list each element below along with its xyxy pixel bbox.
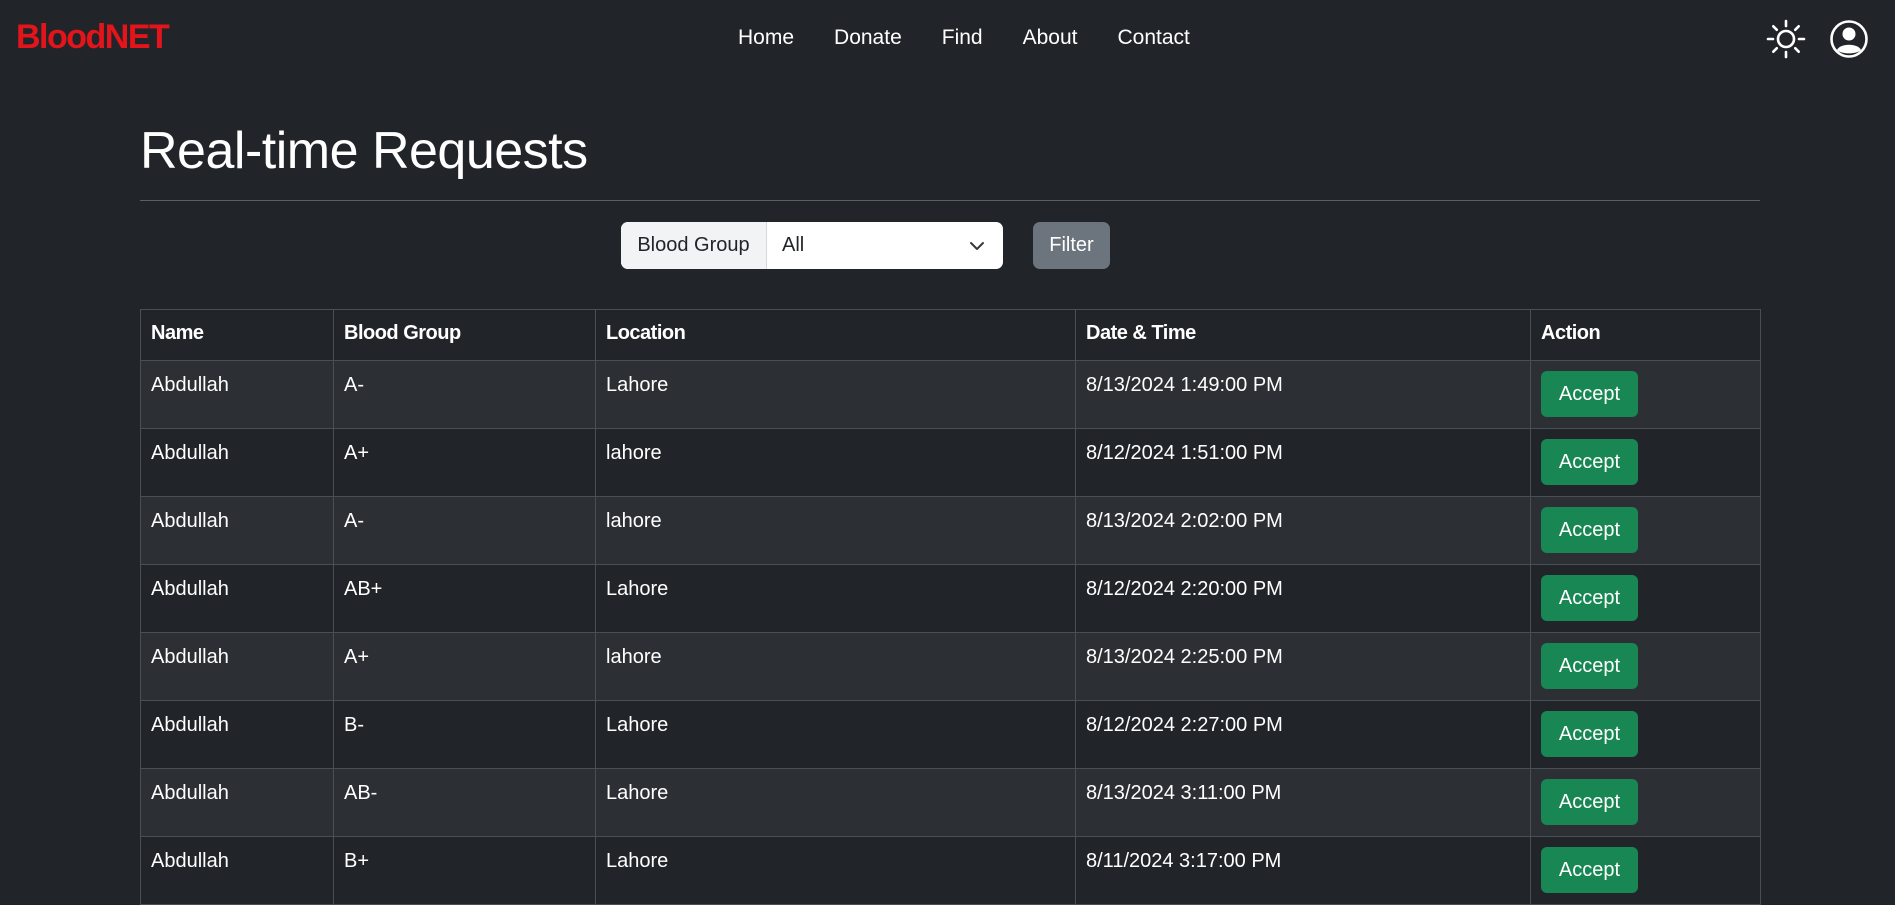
table-header-row: Name Blood Group Location Date & Time Ac… bbox=[140, 309, 1761, 361]
cell-location: Lahore bbox=[595, 564, 1076, 633]
sun-icon[interactable] bbox=[1766, 19, 1806, 59]
cell-action: Accept bbox=[1530, 700, 1761, 769]
cell-date-time: 8/12/2024 1:51:00 PM bbox=[1075, 428, 1531, 497]
cell-date-time: 8/13/2024 2:25:00 PM bbox=[1075, 632, 1531, 701]
cell-date-time: 8/13/2024 1:49:00 PM bbox=[1075, 360, 1531, 429]
nav-link-home[interactable]: Home bbox=[718, 22, 814, 54]
chevron-down-icon bbox=[970, 242, 984, 250]
cell-action: Accept bbox=[1530, 496, 1761, 565]
cell-date-time: 8/13/2024 2:02:00 PM bbox=[1075, 496, 1531, 565]
user-circle-icon[interactable] bbox=[1829, 19, 1869, 59]
cell-blood-group: A- bbox=[333, 496, 596, 565]
column-header-date-time: Date & Time bbox=[1075, 309, 1531, 361]
table-row: Abdullah A+ lahore 8/12/2024 1:51:00 PM … bbox=[140, 428, 1761, 497]
blood-group-select-value: All bbox=[782, 234, 805, 256]
navbar: BloodNET Home Donate Find About Contact bbox=[0, 0, 1895, 76]
table-row: Abdullah A- Lahore 8/13/2024 1:49:00 PM … bbox=[140, 360, 1761, 429]
requests-table: Name Blood Group Location Date & Time Ac… bbox=[140, 309, 1761, 905]
cell-name: Abdullah bbox=[140, 632, 334, 701]
accept-button[interactable]: Accept bbox=[1541, 779, 1638, 825]
accept-button[interactable]: Accept bbox=[1541, 575, 1638, 621]
cell-name: Abdullah bbox=[140, 768, 334, 837]
accept-button[interactable]: Accept bbox=[1541, 711, 1638, 757]
cell-location: Lahore bbox=[595, 360, 1076, 429]
requests-table-wrapper: Name Blood Group Location Date & Time Ac… bbox=[140, 309, 1761, 905]
accept-button[interactable]: Accept bbox=[1541, 439, 1638, 485]
cell-blood-group: A- bbox=[333, 360, 596, 429]
cell-location: Lahore bbox=[595, 768, 1076, 837]
accept-button[interactable]: Accept bbox=[1541, 371, 1638, 417]
column-header-name: Name bbox=[140, 309, 334, 361]
cell-blood-group: AB- bbox=[333, 768, 596, 837]
nav-link-about[interactable]: About bbox=[1003, 22, 1098, 54]
cell-date-time: 8/12/2024 2:27:00 PM bbox=[1075, 700, 1531, 769]
cell-location: lahore bbox=[595, 632, 1076, 701]
cell-location: Lahore bbox=[595, 700, 1076, 769]
cell-location: lahore bbox=[595, 428, 1076, 497]
accept-button[interactable]: Accept bbox=[1541, 847, 1638, 893]
blood-group-select[interactable]: All bbox=[767, 222, 1003, 269]
title-divider bbox=[140, 200, 1760, 201]
cell-action: Accept bbox=[1530, 564, 1761, 633]
cell-action: Accept bbox=[1530, 360, 1761, 429]
cell-name: Abdullah bbox=[140, 428, 334, 497]
cell-action: Accept bbox=[1530, 768, 1761, 837]
column-header-blood-group: Blood Group bbox=[333, 309, 596, 361]
column-header-location: Location bbox=[595, 309, 1076, 361]
filter-label: Blood Group bbox=[621, 222, 767, 269]
cell-name: Abdullah bbox=[140, 700, 334, 769]
cell-name: Abdullah bbox=[140, 360, 334, 429]
cell-name: Abdullah bbox=[140, 564, 334, 633]
table-row: Abdullah AB+ Lahore 8/12/2024 2:20:00 PM… bbox=[140, 564, 1761, 633]
blood-group-filter: Blood Group All bbox=[621, 222, 1003, 269]
cell-blood-group: A+ bbox=[333, 428, 596, 497]
column-header-action: Action bbox=[1530, 309, 1761, 361]
accept-button[interactable]: Accept bbox=[1541, 507, 1638, 553]
nav-link-donate[interactable]: Donate bbox=[814, 22, 922, 54]
cell-blood-group: B- bbox=[333, 700, 596, 769]
table-row: Abdullah A+ lahore 8/13/2024 2:25:00 PM … bbox=[140, 632, 1761, 701]
table-row: Abdullah AB- Lahore 8/13/2024 3:11:00 PM… bbox=[140, 768, 1761, 837]
brand-logo[interactable]: BloodNET bbox=[16, 17, 170, 57]
accept-button[interactable]: Accept bbox=[1541, 643, 1638, 689]
filter-button[interactable]: Filter bbox=[1033, 222, 1110, 269]
nav-link-find[interactable]: Find bbox=[922, 22, 1003, 54]
cell-date-time: 8/13/2024 3:11:00 PM bbox=[1075, 768, 1531, 837]
cell-action: Accept bbox=[1530, 632, 1761, 701]
nav-link-contact[interactable]: Contact bbox=[1098, 22, 1210, 54]
cell-blood-group: A+ bbox=[333, 632, 596, 701]
table-row: Abdullah A- lahore 8/13/2024 2:02:00 PM … bbox=[140, 496, 1761, 565]
cell-name: Abdullah bbox=[140, 496, 334, 565]
nav-links: Home Donate Find About Contact bbox=[718, 22, 1210, 54]
cell-date-time: 8/12/2024 2:20:00 PM bbox=[1075, 564, 1531, 633]
page-title: Real-time Requests bbox=[140, 122, 588, 180]
table-row: Abdullah B- Lahore 8/12/2024 2:27:00 PM … bbox=[140, 700, 1761, 769]
cell-blood-group: AB+ bbox=[333, 564, 596, 633]
cell-location: lahore bbox=[595, 496, 1076, 565]
cell-action: Accept bbox=[1530, 428, 1761, 497]
